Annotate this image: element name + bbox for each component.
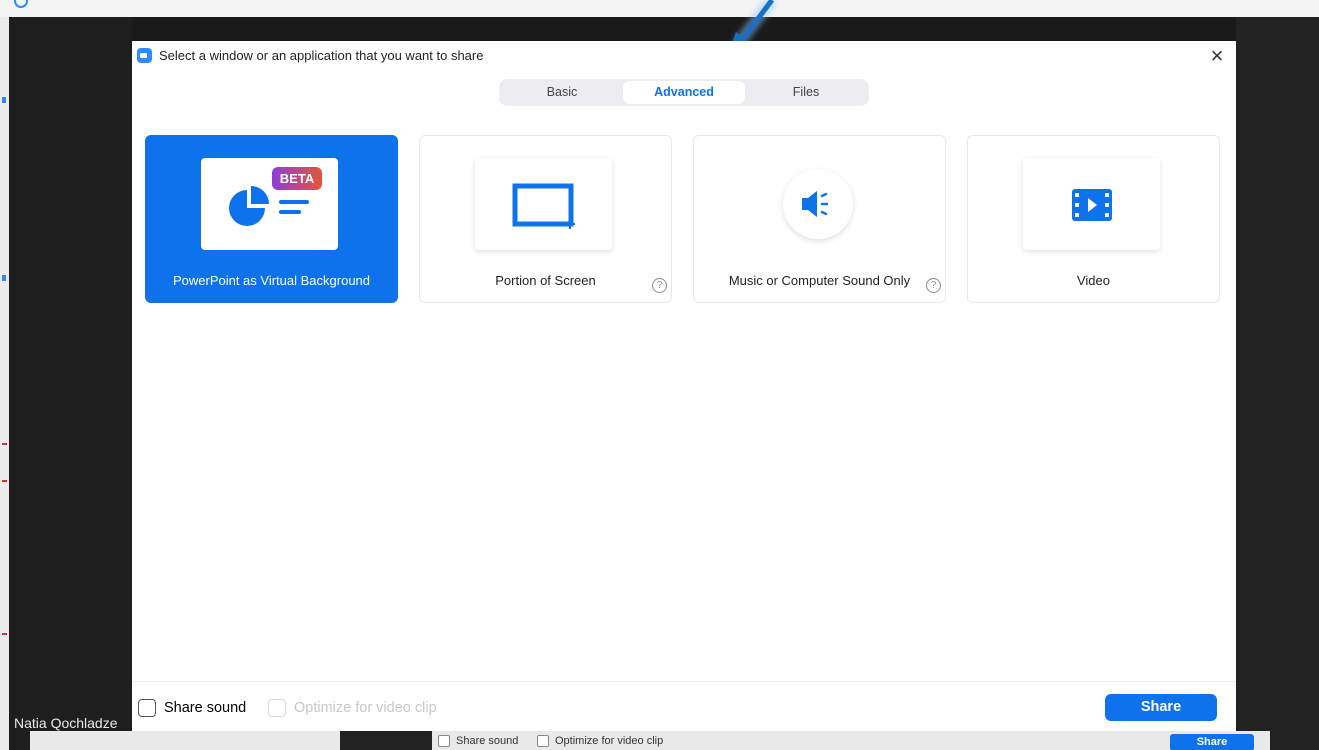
marker-icon	[2, 633, 7, 635]
tab-files[interactable]: Files	[745, 81, 867, 104]
speaker-tile	[783, 169, 853, 239]
checkbox[interactable]	[438, 735, 450, 747]
zoom-app-icon	[137, 47, 152, 63]
card-tile	[475, 158, 612, 250]
share-screen-dialog: Select a window or an application that y…	[132, 41, 1236, 731]
card-label: PowerPoint as Virtual Background	[172, 273, 371, 288]
background-bottom-bar: Share sound Optimize for video clip Shar…	[30, 731, 1270, 750]
background-share-sound-label: Share sound	[456, 735, 519, 747]
help-icon[interactable]: ?	[926, 278, 941, 293]
share-sound-option[interactable]: Share sound	[138, 699, 246, 717]
share-options: BETA PowerPoint as Virtual Background Po…	[145, 135, 1221, 303]
background-share-button[interactable]: Share	[1170, 734, 1254, 750]
tab-basic[interactable]: Basic	[501, 81, 623, 104]
marker-icon	[2, 275, 6, 281]
help-icon[interactable]: ?	[652, 278, 667, 293]
optimize-video-checkbox[interactable]	[268, 699, 286, 717]
tab-advanced[interactable]: Advanced	[623, 81, 745, 104]
dialog-title: Select a window or an application that y…	[159, 47, 484, 63]
card-label: Portion of Screen	[495, 273, 596, 288]
background-share-sound-option[interactable]: Share sound	[438, 735, 518, 747]
speaker-icon	[802, 191, 829, 217]
video-film-icon	[1072, 189, 1112, 221]
card-label: Music or Computer Sound Only	[728, 273, 911, 288]
close-icon[interactable]: ×	[1206, 45, 1228, 67]
card-label: Video	[1076, 273, 1110, 288]
optimize-video-label: Optimize for video clip	[294, 700, 437, 716]
optimize-video-option[interactable]: Optimize for video clip	[268, 699, 437, 717]
checkbox[interactable]	[537, 735, 549, 747]
marker-icon	[2, 97, 6, 103]
card-portion-of-screen[interactable]: Portion of Screen ?	[419, 135, 672, 303]
background-left-strip	[0, 17, 9, 750]
marker-icon	[2, 443, 7, 445]
background-dark-block	[340, 731, 432, 750]
card-tile: BETA	[201, 158, 338, 250]
card-powerpoint-virtual-background[interactable]: BETA PowerPoint as Virtual Background	[145, 135, 398, 303]
share-tabs: Basic Advanced Files	[499, 79, 869, 106]
footer-divider	[132, 681, 1236, 682]
pie-chart-icon	[229, 186, 309, 226]
card-computer-sound-only[interactable]: Music or Computer Sound Only ?	[693, 135, 946, 303]
participant-name-label: Natia Qochladze	[9, 713, 123, 733]
background-video-panel	[9, 17, 132, 750]
background-right-panel	[1236, 17, 1319, 750]
marker-icon	[2, 480, 7, 482]
beta-badge: BETA	[272, 167, 322, 190]
card-video[interactable]: Video	[967, 135, 1220, 303]
background-optimize-option[interactable]: Optimize for video clip	[537, 735, 663, 747]
share-sound-label: Share sound	[164, 700, 247, 716]
background-optimize-label: Optimize for video clip	[555, 735, 664, 747]
dialog-title-bar: Select a window or an application that y…	[132, 41, 1236, 69]
background-top-bar	[0, 0, 1319, 17]
share-button[interactable]: Share	[1105, 694, 1217, 721]
share-sound-checkbox[interactable]	[138, 699, 156, 717]
zoom-logo-icon	[14, 0, 28, 8]
card-tile	[1023, 158, 1160, 250]
screen-portion-icon	[512, 183, 575, 229]
